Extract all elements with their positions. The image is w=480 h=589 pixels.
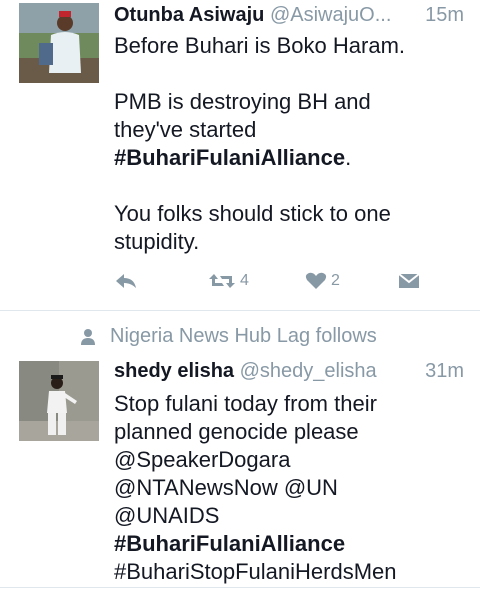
- hashtag-line: #BuhariFulaniAlliance.: [114, 145, 352, 170]
- mention-link[interactable]: @SpeakerDogara: [114, 446, 397, 474]
- text-line: Before Buhari is Boko Haram.: [114, 33, 406, 58]
- text-line: PMB is destroying BH and: [114, 89, 371, 114]
- author-handle[interactable]: @AsiwajuO...: [270, 4, 391, 26]
- retweet-button[interactable]: 4: [208, 272, 249, 290]
- author-name[interactable]: shedy elisha: [114, 360, 234, 382]
- dm-button[interactable]: [398, 272, 420, 290]
- person-icon: [81, 328, 95, 345]
- text-line: Stop fulani today from their: [114, 391, 377, 416]
- reply-icon: [116, 274, 136, 288]
- tweet-divider: [0, 310, 480, 311]
- timestamp[interactable]: 31m: [425, 360, 464, 383]
- like-button[interactable]: 2: [305, 272, 340, 290]
- tweet-text: Before Buhari is Boko Haram. PMB is dest…: [114, 32, 405, 256]
- text-line: stupidity.: [114, 229, 200, 254]
- hashtag-link[interactable]: #BuhariStopFulaniHerdsMen: [114, 558, 397, 586]
- tweet-header: Otunba Asiwaju @AsiwajuO...: [114, 4, 391, 27]
- context-label: Nigeria News Hub Lag follows: [110, 325, 377, 347]
- timestamp[interactable]: 15m: [425, 4, 464, 27]
- hashtag-link[interactable]: #BuhariFulaniAlliance: [114, 145, 345, 170]
- retweet-icon: [209, 274, 235, 288]
- social-context[interactable]: Nigeria News Hub Lag follows: [80, 325, 377, 348]
- like-count: 2: [331, 272, 340, 289]
- envelope-icon: [398, 273, 420, 288]
- heart-icon: [305, 272, 327, 289]
- retweet-count: 4: [240, 272, 249, 289]
- text-line: You folks should stick to one: [114, 201, 391, 226]
- tweet-2[interactable]: shedy elisha @shedy_elisha 31m Stop fula…: [0, 355, 480, 589]
- avatar[interactable]: [19, 361, 99, 441]
- tweet-1[interactable]: Otunba Asiwaju @AsiwajuO... 15m Before B…: [0, 0, 480, 310]
- tweet-header: shedy elisha @shedy_elisha: [114, 360, 377, 383]
- text-line: planned genocide please: [114, 419, 359, 444]
- author-handle[interactable]: @shedy_elisha: [240, 360, 377, 382]
- avatar-photo-icon: [19, 3, 99, 83]
- mention-link[interactable]: @NTANewsNow @UN: [114, 474, 397, 502]
- author-name[interactable]: Otunba Asiwaju: [114, 4, 264, 26]
- avatar[interactable]: [19, 3, 99, 83]
- avatar-photo-icon: [19, 361, 99, 441]
- mention-link[interactable]: @UNAIDS: [114, 502, 397, 530]
- text-line: they've started: [114, 117, 257, 142]
- tweet-text: Stop fulani today from their planned gen…: [114, 390, 397, 586]
- hashtag-link[interactable]: #BuhariFulaniAlliance: [114, 530, 397, 558]
- reply-button[interactable]: [114, 272, 138, 290]
- tweet-divider: [0, 587, 480, 588]
